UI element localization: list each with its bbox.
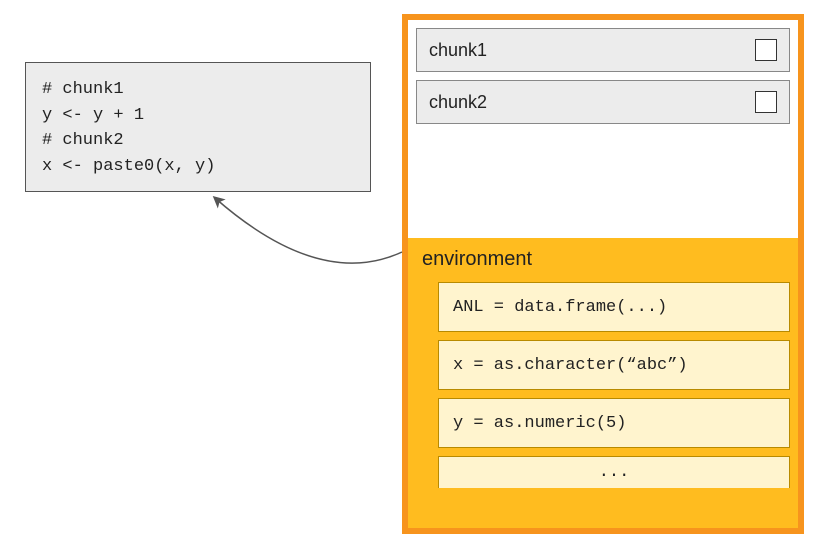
chunk-checkbox-2[interactable] <box>755 91 777 113</box>
env-item-ellipsis: ... <box>438 456 790 488</box>
code-box: # chunk1 y <- y + 1 # chunk2 x <- paste0… <box>25 62 371 192</box>
env-item-text: x = as.character(“abc”) <box>453 356 688 375</box>
chunk-label: chunk2 <box>429 92 487 113</box>
chunk-row-1: chunk1 <box>416 28 790 72</box>
environment-list: ANL = data.frame(...) x = as.character(“… <box>438 282 790 488</box>
env-item-text: y = as.numeric(5) <box>453 414 626 433</box>
chunk-label: chunk1 <box>429 40 487 61</box>
environment-area: environment ANL = data.frame(...) x = as… <box>408 238 798 528</box>
env-item-text: ... <box>599 463 630 482</box>
code-line-2: y <- y + 1 <box>42 106 144 125</box>
code-line-1: # chunk1 <box>42 80 124 99</box>
environment-title: environment <box>408 238 798 279</box>
env-item: x = as.character(“abc”) <box>438 340 790 390</box>
chunk-row-2: chunk2 <box>416 80 790 124</box>
env-item: ANL = data.frame(...) <box>438 282 790 332</box>
code-line-4: x <- paste0(x, y) <box>42 157 215 176</box>
panel: chunk1 chunk2 environment ANL = data.fra… <box>402 14 804 534</box>
chunk-checkbox-1[interactable] <box>755 39 777 61</box>
code-line-3: # chunk2 <box>42 131 124 150</box>
env-item: y = as.numeric(5) <box>438 398 790 448</box>
env-item-text: ANL = data.frame(...) <box>453 298 667 317</box>
